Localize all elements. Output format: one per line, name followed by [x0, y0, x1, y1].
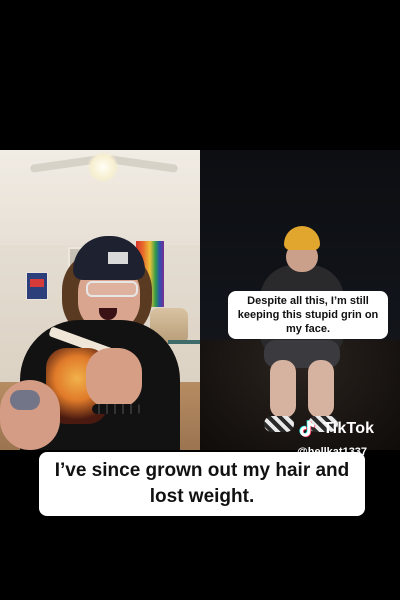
person-left	[0, 150, 200, 450]
leg-right	[308, 360, 334, 418]
tiktok-logo-icon	[299, 420, 316, 438]
leg-left	[270, 360, 296, 418]
beanie-label	[108, 252, 128, 264]
tiktok-watermark: TikTok	[297, 418, 374, 440]
raised-fist	[86, 348, 142, 408]
arm-tattoo	[10, 390, 40, 410]
caption-main: I’ve since grown out my hair and lost we…	[39, 452, 365, 516]
yellow-beanie	[284, 226, 320, 250]
caption-small: Despite all this, I’m still keeping this…	[228, 291, 388, 339]
video-frame: Despite all this, I’m still keeping this…	[0, 0, 400, 600]
left-video-panel	[0, 150, 200, 450]
sneaker-left	[264, 416, 294, 432]
glasses	[86, 281, 138, 297]
beaded-bracelet	[92, 404, 142, 414]
tiktok-brand: TikTok	[323, 420, 375, 437]
